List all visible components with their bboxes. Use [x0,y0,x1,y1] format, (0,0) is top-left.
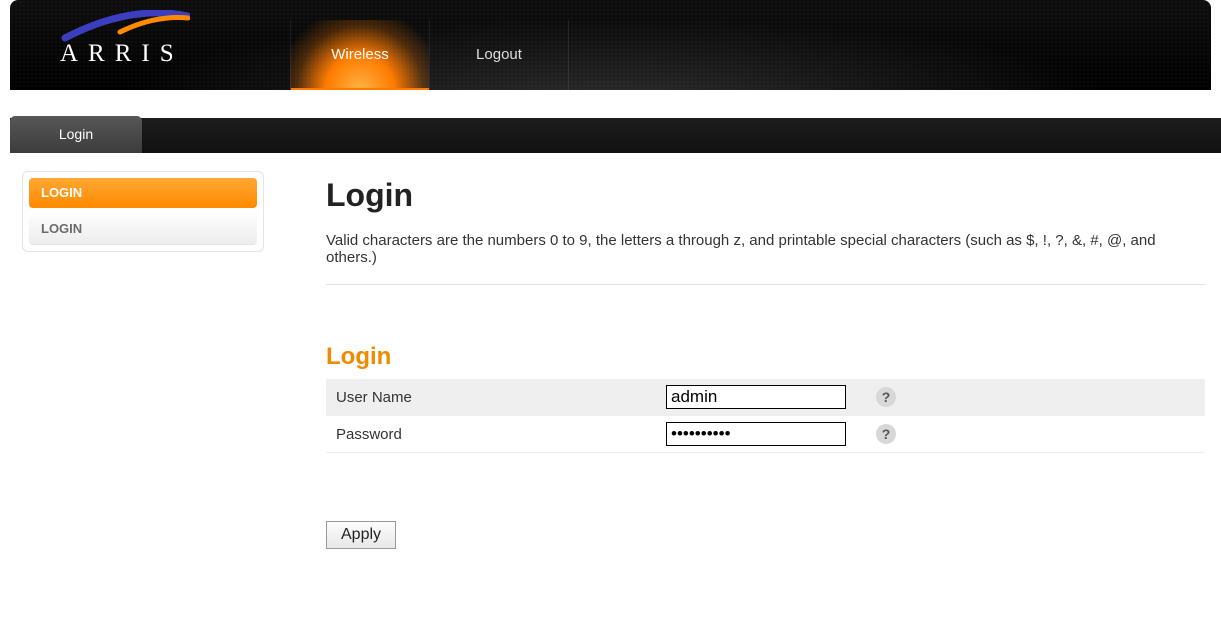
brand-logo: ARRIS [60,10,210,68]
sidebar-item-login[interactable]: LOGIN [29,214,257,245]
password-input[interactable] [666,422,846,446]
sub-nav-bar: Login [10,118,1221,153]
page-description: Valid characters are the numbers 0 to 9,… [326,232,1205,285]
main-content: Login Valid characters are the numbers 0… [264,171,1221,549]
nav-tab-logout[interactable]: Logout [429,20,569,90]
password-label: Password [326,416,656,453]
section-title: Login [326,343,1205,371]
username-input[interactable] [666,385,846,409]
row-password: Password ? [326,416,1205,453]
row-username: User Name ? [326,379,1205,416]
username-label: User Name [326,379,656,416]
top-bar: ARRIS Wireless Logout [10,0,1211,90]
brand-swoosh-icon [60,10,210,44]
nav-tab-wireless[interactable]: Wireless [290,20,429,90]
sidebar-item-login-active[interactable]: LOGIN [29,178,257,208]
page-title: Login [326,177,1205,214]
login-form: User Name ? Password ? [326,379,1205,453]
top-nav: Wireless Logout [290,20,569,90]
brand-name: ARRIS [60,40,210,68]
help-icon[interactable]: ? [876,424,896,444]
apply-button[interactable]: Apply [326,521,396,549]
help-icon[interactable]: ? [876,387,896,407]
sidebar: LOGIN LOGIN [22,171,264,252]
subnav-tab-login[interactable]: Login [10,116,142,153]
